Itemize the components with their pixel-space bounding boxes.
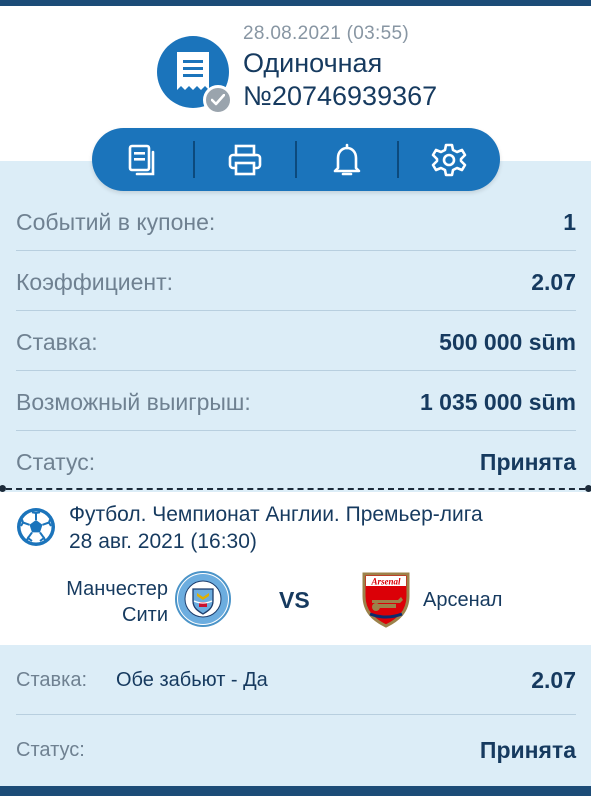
print-button[interactable]: [194, 128, 296, 191]
arsenal-crest-icon: Arsenal: [362, 572, 410, 628]
event-league: Футбол. Чемпионат Англии. Премьер-лига: [69, 503, 483, 526]
event-card[interactable]: Футбол. Чемпионат Англии. Премьер-лига 2…: [0, 492, 591, 645]
coupon-type: Одиночная: [243, 48, 383, 78]
bell-icon: [333, 143, 361, 175]
checkmark-icon: [203, 85, 233, 115]
notifications-button[interactable]: [296, 128, 398, 191]
arsenal-crest-text: Arsenal: [370, 577, 401, 587]
settings-icon: [431, 143, 467, 176]
summary-value: Принята: [479, 449, 576, 475]
bet-market: Обе забьют - Да: [116, 669, 268, 691]
summary-label: Коэффициент:: [16, 269, 174, 295]
bet-row-status: Статус: Принята: [16, 716, 576, 786]
manchester-city-crest-icon: [175, 571, 231, 627]
summary-label: Ставка:: [16, 329, 98, 355]
divider-dot: [585, 485, 591, 492]
summary-label: Возможный выигрыш:: [16, 389, 251, 415]
coupon-summary: Событий в купоне: 1 Коэффициент: 2.07 Ст…: [0, 161, 591, 489]
summary-label: Событий в купоне:: [16, 209, 216, 235]
coupon-date: 28.08.2021 (03:55): [243, 23, 409, 44]
bottom-frame-bar: [0, 786, 591, 796]
bet-status-label: Статус:: [16, 739, 85, 761]
coupon-toolbar: [92, 128, 500, 191]
summary-value: 500 000 sūm: [439, 329, 576, 355]
versus-label: VS: [279, 587, 310, 613]
print-icon: [228, 144, 262, 175]
bet-row-market: Ставка: Обе забьют - Да 2.07: [16, 645, 576, 715]
copy-button[interactable]: [92, 128, 194, 191]
bet-stake-label: Ставка:: [16, 669, 87, 691]
settings-button[interactable]: [398, 128, 500, 191]
home-team-name-line1: Манчестер: [66, 578, 168, 600]
summary-value: 1: [563, 209, 576, 235]
dashed-line: [6, 488, 585, 490]
coupon-number: №20746939367: [243, 81, 438, 111]
summary-row-events: Событий в купоне: 1: [16, 191, 576, 251]
summary-value: 2.07: [531, 269, 576, 295]
bet-details: Ставка: Обе забьют - Да 2.07 Статус: При…: [0, 645, 591, 786]
away-team-name: Арсенал: [423, 589, 503, 611]
bet-odds: 2.07: [531, 667, 576, 693]
summary-row-status: Статус: Принята: [16, 431, 576, 491]
event-date: 28 авг. 2021 (16:30): [69, 530, 257, 553]
football-icon: [17, 508, 55, 546]
home-team-name: Манчестер Сити: [30, 576, 168, 628]
summary-row-possible-win: Возможный выигрыш: 1 035 000 sūm: [16, 371, 576, 431]
summary-value: 1 035 000 sūm: [419, 389, 576, 415]
summary-row-stake: Ставка: 500 000 sūm: [16, 311, 576, 371]
summary-label: Статус:: [16, 449, 96, 475]
copy-icon: [128, 144, 155, 175]
summary-row-odds: Коэффициент: 2.07: [16, 251, 576, 311]
home-team-name-line2: Сити: [122, 604, 168, 626]
bet-status-value: Принята: [479, 737, 576, 763]
